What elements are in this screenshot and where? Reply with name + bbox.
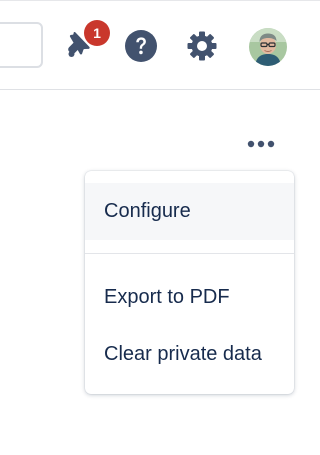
menu-item-clear-private-data[interactable]: Clear private data [85,326,294,383]
search-input[interactable] [0,22,43,68]
more-actions-button[interactable] [242,134,280,154]
question-circle-icon [125,30,157,62]
top-navigation-bar: 1 [0,0,320,90]
menu-divider [85,253,294,254]
notification-count-badge: 1 [84,20,110,46]
help-button[interactable] [123,28,159,64]
menu-item-configure[interactable]: Configure [85,183,294,240]
settings-button[interactable] [184,28,220,64]
page: 1 Configure Export to PDF Clear private … [0,0,320,455]
ellipsis-icon [247,140,275,148]
more-actions-dropdown-menu: Configure Export to PDF Clear private da… [85,171,294,394]
avatar[interactable] [249,28,287,66]
profile-photo-icon [249,28,287,66]
gear-icon [187,31,217,61]
menu-item-export-to-pdf[interactable]: Export to PDF [85,269,294,326]
